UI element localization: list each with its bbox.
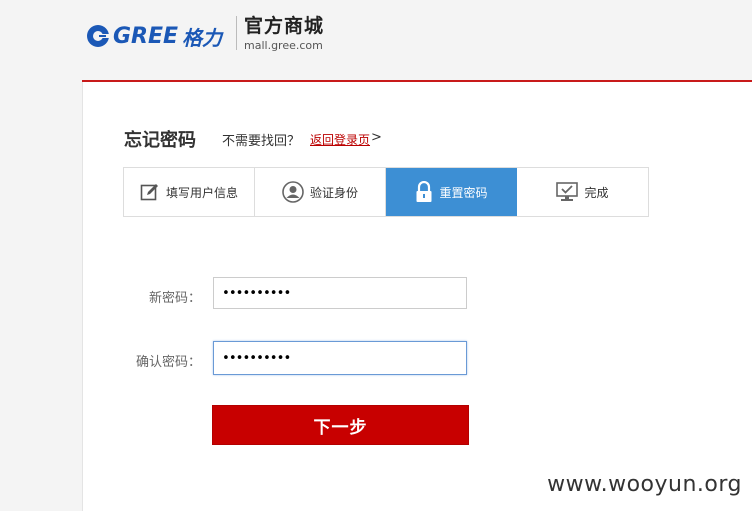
new-password-label: 新密码： [148, 291, 201, 306]
user-icon [282, 181, 304, 203]
gree-logo-mark-icon [86, 24, 110, 48]
back-to-login-link[interactable]: 返回登录页 [310, 131, 370, 148]
next-step-button[interactable]: 下一步 [212, 405, 469, 445]
header-divider [236, 16, 237, 50]
logo-script: 格力 [182, 25, 223, 50]
progress-steps: 填写用户信息 验证身份 重置密码 完成 [123, 167, 649, 217]
step-fill-user-info: 填写用户信息 [124, 168, 255, 216]
confirm-password-field[interactable] [213, 341, 467, 375]
store-url: mall.gree.com [244, 39, 323, 52]
back-arrow: > [371, 130, 382, 145]
page-title: 忘记密码 [124, 130, 196, 151]
confirm-password-label: 确认密码： [135, 355, 201, 370]
watermark-text: www.wooyun.org [547, 472, 742, 497]
step-label: 验证身份 [309, 185, 358, 200]
step-label: 完成 [584, 185, 609, 200]
monitor-check-icon [556, 182, 579, 202]
step-complete: 完成 [517, 168, 648, 216]
step-reset-password: 重置密码 [386, 168, 517, 216]
store-title-block: 官方商城 mall.gree.com [244, 14, 324, 53]
step-label: 重置密码 [439, 185, 488, 200]
no-need-hint: 不需要找回？ [222, 134, 301, 149]
site-header: GREE 格力 官方商城 mall.gree.com [0, 0, 752, 80]
store-title: 官方商城 [244, 15, 325, 37]
logo-text: GREE [113, 23, 179, 49]
step-label: 填写用户信息 [165, 185, 238, 200]
step-verify-identity: 验证身份 [255, 168, 386, 216]
edit-icon [140, 182, 160, 202]
lock-icon [415, 181, 433, 203]
gree-logo[interactable]: GREE 格力 [86, 20, 222, 52]
new-password-field[interactable] [213, 277, 467, 309]
